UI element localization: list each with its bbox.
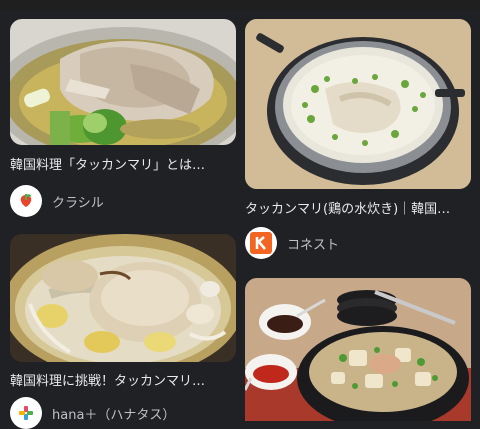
result-thumbnail[interactable] [10, 19, 236, 145]
result-source[interactable]: コネスト [245, 227, 339, 259]
source-name: クラシル [52, 195, 104, 211]
kurashiru-logo-icon [10, 185, 42, 217]
result-caption[interactable]: 韓国料理に挑戦！タッカンマリ… [10, 373, 236, 391]
whole-chicken-pot-image [10, 234, 236, 362]
source-name: コネスト [287, 237, 340, 253]
konest-logo-icon [245, 227, 277, 259]
chicken-broth-pot-image [245, 19, 471, 189]
image-result-card[interactable]: 韓国料理に挑戦！タッカンマリ… hana＋（ハナタス） [10, 234, 236, 429]
result-source[interactable]: クラシル [10, 185, 104, 217]
result-caption[interactable]: 韓国料理「タッカンマリ」とは… [10, 157, 236, 175]
top-bar [0, 0, 480, 10]
source-name: hana＋（ハナタス） [52, 407, 176, 423]
hanatasu-logo-icon [10, 397, 42, 429]
chicken-stew-table-image [245, 278, 471, 421]
image-result-card[interactable]: タッカンマリ(鶏の水炊き)｜韓国… コネスト [245, 19, 471, 264]
result-caption[interactable]: タッカンマリ(鶏の水炊き)｜韓国… [245, 201, 471, 219]
image-result-card[interactable]: 韓国料理「タッカンマリ」とは… クラシル [10, 19, 236, 219]
image-result-card[interactable] [245, 278, 471, 421]
result-thumbnail[interactable] [245, 278, 471, 421]
chicken-soup-pot-image [10, 19, 236, 145]
result-thumbnail[interactable] [10, 234, 236, 362]
result-thumbnail[interactable] [245, 19, 471, 189]
result-source[interactable]: hana＋（ハナタス） [10, 397, 175, 429]
